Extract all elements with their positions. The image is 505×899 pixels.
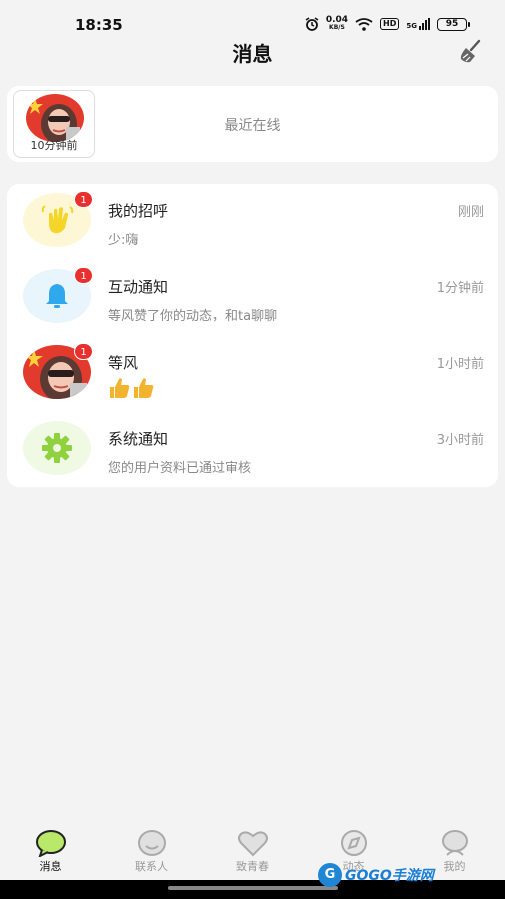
page-title: 消息 bbox=[232, 42, 273, 66]
watermark-text: GOGO手游网 bbox=[345, 868, 434, 884]
message-title: 系统通知 bbox=[108, 430, 169, 448]
list-item-chat[interactable]: 1 等风 👍👍 1小时前 bbox=[7, 336, 498, 411]
watermark-mark: G bbox=[318, 863, 342, 887]
heart-icon bbox=[237, 831, 268, 857]
message-title: 我的招呼 bbox=[108, 202, 169, 220]
status-time: 18:35 bbox=[75, 16, 123, 34]
unread-badge: 1 bbox=[74, 191, 93, 208]
message-time: 1分钟前 bbox=[436, 281, 484, 296]
recent-online-card: 10分钟前 最近在线 bbox=[7, 86, 498, 162]
recent-online-label: 最近在线 bbox=[224, 118, 281, 134]
gear-icon bbox=[23, 421, 91, 475]
online-time: 10分钟前 bbox=[30, 139, 78, 152]
list-item-greetings[interactable]: 1 我的招呼 少:嗨 刚刚 bbox=[7, 184, 498, 259]
signal-icon: 5G bbox=[406, 18, 430, 30]
unread-badge: 1 bbox=[74, 267, 93, 284]
wifi-icon bbox=[355, 17, 373, 31]
chat-bubble-icon bbox=[35, 830, 66, 857]
list-item-interactions[interactable]: 1 互动通知 等风赞了你的动态，和ta聊聊 1分钟前 bbox=[7, 260, 498, 335]
message-title: 等风 bbox=[108, 354, 139, 372]
message-title: 互动通知 bbox=[108, 278, 169, 296]
header: 消息 bbox=[0, 36, 505, 66]
status-bar: 18:35 0.04 KB/S HD 5G 95 bbox=[0, 0, 505, 40]
tab-youth[interactable]: 致青春 bbox=[202, 822, 303, 877]
message-list: 1 我的招呼 少:嗨 刚刚 1 互动通知 等风赞了你的动态，和ta聊聊 1分钟前 bbox=[7, 184, 498, 487]
clear-broom-icon[interactable] bbox=[457, 38, 485, 66]
status-icons: 0.04 KB/S HD 5G 95 bbox=[305, 15, 470, 32]
tab-contacts[interactable]: 联系人 bbox=[101, 822, 202, 877]
message-time: 刚刚 bbox=[457, 205, 484, 220]
network-speed: 0.04 KB/S bbox=[325, 15, 349, 32]
compass-icon bbox=[340, 830, 367, 856]
message-time: 3小时前 bbox=[436, 433, 484, 448]
message-time: 1小时前 bbox=[436, 357, 484, 372]
message-preview: 您的用户资料已通过审核 bbox=[108, 461, 252, 476]
battery-icon: 95 bbox=[437, 17, 470, 31]
message-preview: 少:嗨 bbox=[108, 233, 139, 248]
unread-badge: 1 bbox=[74, 343, 93, 360]
hd-badge: HD bbox=[380, 18, 400, 30]
watermark-logo: G GOGO手游网 bbox=[318, 862, 434, 888]
message-preview: 等风赞了你的动态，和ta聊聊 bbox=[108, 309, 278, 324]
tab-label: 致青春 bbox=[236, 860, 269, 873]
thumbs-up-icon bbox=[110, 378, 154, 398]
smile-face-icon bbox=[137, 830, 166, 856]
user-icon bbox=[441, 830, 468, 856]
tab-label: 消息 bbox=[39, 860, 62, 873]
home-indicator[interactable] bbox=[168, 886, 338, 890]
list-item-system[interactable]: 系统通知 您的用户资料已通过审核 3小时前 bbox=[7, 412, 498, 487]
alarm-icon bbox=[305, 17, 319, 31]
tab-messages[interactable]: 消息 bbox=[0, 822, 101, 877]
tab-label: 联系人 bbox=[135, 860, 168, 873]
message-preview-emoji: 👍👍 bbox=[108, 376, 156, 404]
